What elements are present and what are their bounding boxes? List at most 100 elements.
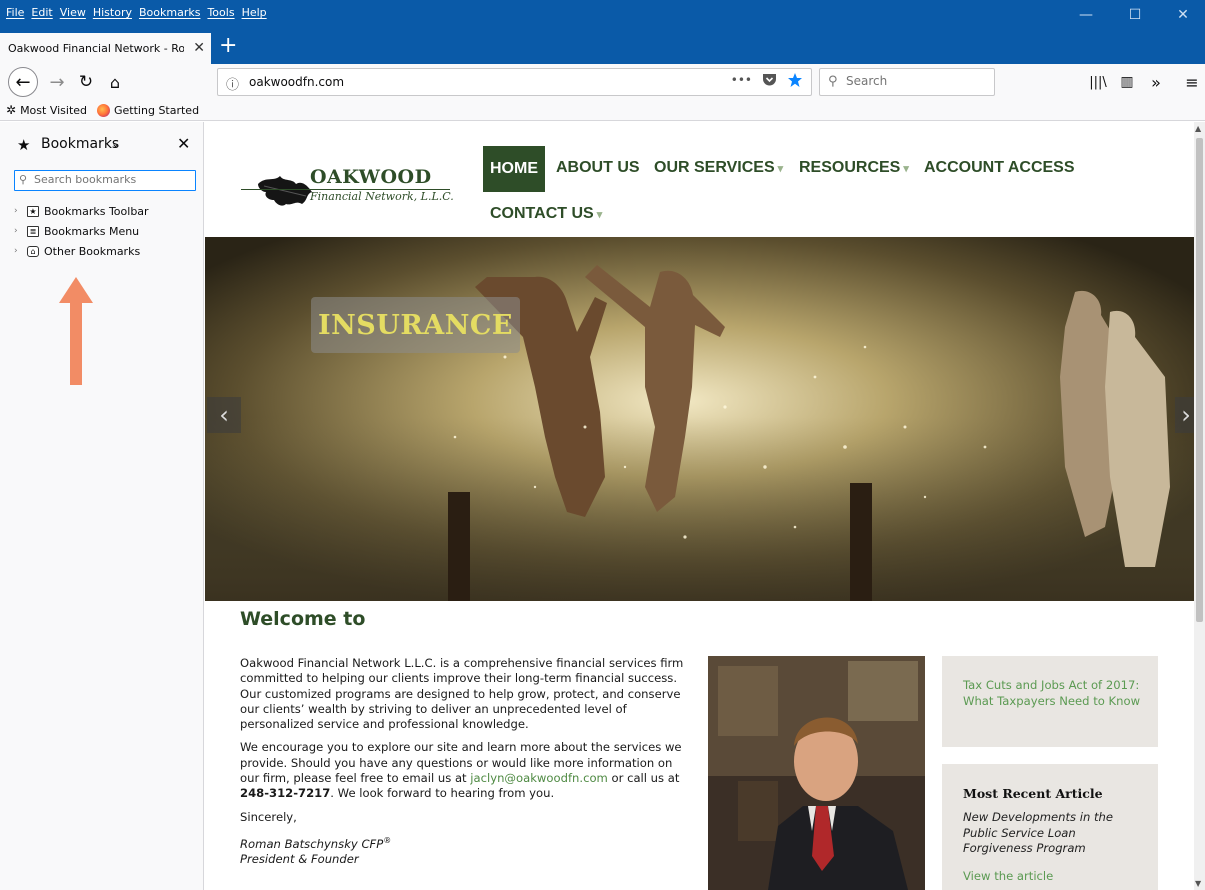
recent-article-heading: Most Recent Article xyxy=(963,786,1103,801)
minimize-button[interactable]: — xyxy=(1063,0,1109,30)
sidebar-header: ★ Bookmarks ⌄ ✕ xyxy=(0,122,204,166)
tab-title: Oakwood Financial Network - Rom xyxy=(8,42,184,55)
contact-text: or call us at xyxy=(607,771,680,786)
view-article-link[interactable]: View the article xyxy=(963,869,1053,883)
library-icon[interactable]: |||\ xyxy=(1085,70,1111,94)
logo-name: OAKWOOD xyxy=(310,166,432,188)
sidebar-title[interactable]: Bookmarks xyxy=(41,136,119,152)
tax-article-link[interactable]: Tax Cuts and Jobs Act of 2017: What Taxp… xyxy=(963,678,1143,709)
registered-mark: ® xyxy=(383,835,392,845)
tree-item-label: Other Bookmarks xyxy=(44,244,141,258)
nav-account-label: ACCOUNT ACCESS xyxy=(924,159,1075,176)
page-content: OAKWOOD Financial Network, L.L.C. HOME A… xyxy=(205,122,1194,890)
tab-close-icon[interactable]: ✕ xyxy=(193,40,205,56)
chevron-right-icon[interactable]: › xyxy=(14,206,22,216)
reload-button[interactable]: ↻ xyxy=(74,69,98,95)
menu-tools[interactable]: Tools xyxy=(207,6,234,19)
bookmark-label: Most Visited xyxy=(20,103,88,117)
intro-paragraph: Oakwood Financial Network L.L.C. is a co… xyxy=(240,656,684,732)
nav-contact-us[interactable]: CONTACT US ▾ xyxy=(490,205,602,223)
menu-help[interactable]: Help xyxy=(242,6,267,19)
site-logo[interactable]: OAKWOOD Financial Network, L.L.C. xyxy=(239,162,454,214)
chevron-right-icon[interactable]: › xyxy=(14,226,22,236)
tree-item-bookmarks-menu[interactable]: › ≣ Bookmarks Menu xyxy=(14,221,149,241)
nav-services-label: OUR SERVICES xyxy=(654,159,775,176)
portrait-image xyxy=(708,656,925,890)
window-close-button[interactable]: ✕ xyxy=(1160,0,1205,30)
overflow-menu-icon[interactable]: » xyxy=(1143,70,1169,94)
nav-home-label: HOME xyxy=(490,160,538,177)
menu-list: File Edit View History Bookmarks Tools H… xyxy=(6,6,267,19)
chevron-right-icon[interactable]: › xyxy=(14,246,22,256)
email-link[interactable]: jaclyn@oakwoodfn.com xyxy=(470,771,608,785)
caret-down-icon: ▾ xyxy=(596,209,603,221)
new-tab-button[interactable]: + xyxy=(219,34,237,58)
url-bar[interactable]: ⓘ oakwoodfn.com ••• xyxy=(217,68,812,96)
nav-contact-label: CONTACT US xyxy=(490,205,594,222)
bookmark-star-icon[interactable] xyxy=(787,72,803,88)
caret-down-icon: ▾ xyxy=(903,163,909,175)
maximize-button[interactable]: ☐ xyxy=(1112,0,1158,30)
tab-oakwood[interactable]: Oakwood Financial Network - Rom ✕ xyxy=(0,33,211,64)
bookmarks-toolbar: ✲ Most Visited Getting Started xyxy=(0,100,1205,121)
nav-about-label: ABOUT US xyxy=(556,159,640,176)
bookmarks-search-input[interactable] xyxy=(34,173,190,186)
nav-resources-label: RESOURCES xyxy=(799,159,901,176)
search-input[interactable] xyxy=(846,74,986,88)
carousel-next-button[interactable]: › xyxy=(1175,397,1194,433)
signature-title: President & Founder xyxy=(240,852,359,867)
founder-portrait xyxy=(708,656,925,890)
menu-file[interactable]: File xyxy=(6,6,24,19)
tree-item-bookmarks-toolbar[interactable]: › ★ Bookmarks Toolbar xyxy=(14,201,149,221)
sidebar-toggle-icon[interactable]: ▥ xyxy=(1114,70,1140,94)
scrollbar-thumb[interactable] xyxy=(1196,138,1203,622)
sidebar-search[interactable]: ⚲ xyxy=(14,170,196,191)
scroll-up-icon[interactable]: ▲ xyxy=(1195,124,1201,133)
menu-bookmarks[interactable]: Bookmarks xyxy=(139,6,200,19)
annotation-arrow-icon xyxy=(59,277,93,385)
hero-caption: INSURANCE xyxy=(311,297,520,353)
page-actions-icon[interactable]: ••• xyxy=(731,73,752,87)
page-scrollbar[interactable]: ▲ ▼ xyxy=(1194,122,1205,890)
bookmarks-tree: › ★ Bookmarks Toolbar › ≣ Bookmarks Menu… xyxy=(14,201,149,261)
hamburger-menu-icon[interactable]: ≡ xyxy=(1180,70,1204,94)
tree-item-label: Bookmarks Toolbar xyxy=(44,204,149,218)
pocket-icon[interactable] xyxy=(762,73,777,87)
bookmark-getting-started[interactable]: Getting Started xyxy=(97,103,199,117)
menu-view[interactable]: View xyxy=(60,6,86,19)
nav-resources[interactable]: RESOURCES ▾ xyxy=(799,159,909,177)
intro-text: Oakwood Financial Network L.L.C. is a co… xyxy=(240,656,690,867)
chevron-down-icon[interactable]: ⌄ xyxy=(111,137,120,150)
nav-home[interactable]: HOME xyxy=(483,146,545,192)
carousel-prev-button[interactable]: ‹ xyxy=(207,397,241,433)
page-actions: ••• xyxy=(731,72,803,88)
oak-leaf-icon xyxy=(258,176,312,206)
bookmark-most-visited[interactable]: ✲ Most Visited xyxy=(6,103,87,117)
menu-history[interactable]: History xyxy=(93,6,132,19)
menu-bar: File Edit View History Bookmarks Tools H… xyxy=(0,0,1205,30)
forward-button[interactable]: → xyxy=(45,69,69,95)
nav-about-us[interactable]: ABOUT US xyxy=(556,159,640,177)
signature: Roman Batschynsky CFP® President & Founde… xyxy=(240,833,690,867)
firefox-icon xyxy=(97,103,111,117)
contact-text: . We look forward to hearing from you. xyxy=(330,786,555,801)
scroll-down-icon[interactable]: ▼ xyxy=(1195,879,1201,888)
sidebar-close-icon[interactable]: ✕ xyxy=(177,134,190,153)
home-button[interactable]: ⌂ xyxy=(103,69,127,95)
tab-strip: Oakwood Financial Network - Rom ✕ + xyxy=(0,30,1205,64)
recent-article-title: New Developments in the Public Service L… xyxy=(963,810,1114,855)
tax-article-card: Tax Cuts and Jobs Act of 2017: What Taxp… xyxy=(942,656,1158,747)
nav-account-access[interactable]: ACCOUNT ACCESS xyxy=(924,159,1075,177)
star-icon: ★ xyxy=(17,136,31,154)
hero-carousel[interactable]: INSURANCE ‹ › xyxy=(205,237,1194,601)
search-bar[interactable]: ⚲ xyxy=(819,68,995,96)
info-icon[interactable]: ⓘ xyxy=(226,74,239,93)
search-icon: ⚲ xyxy=(828,74,838,89)
menu-edit[interactable]: Edit xyxy=(31,6,52,19)
back-button[interactable]: ← xyxy=(8,67,38,97)
hero-caption-text: INSURANCE xyxy=(318,309,513,341)
url-text[interactable]: oakwoodfn.com xyxy=(249,75,344,89)
closing: Sincerely, xyxy=(240,809,297,824)
tree-item-other-bookmarks[interactable]: › ⌂ Other Bookmarks xyxy=(14,241,149,261)
nav-our-services[interactable]: OUR SERVICES ▾ xyxy=(654,159,783,177)
